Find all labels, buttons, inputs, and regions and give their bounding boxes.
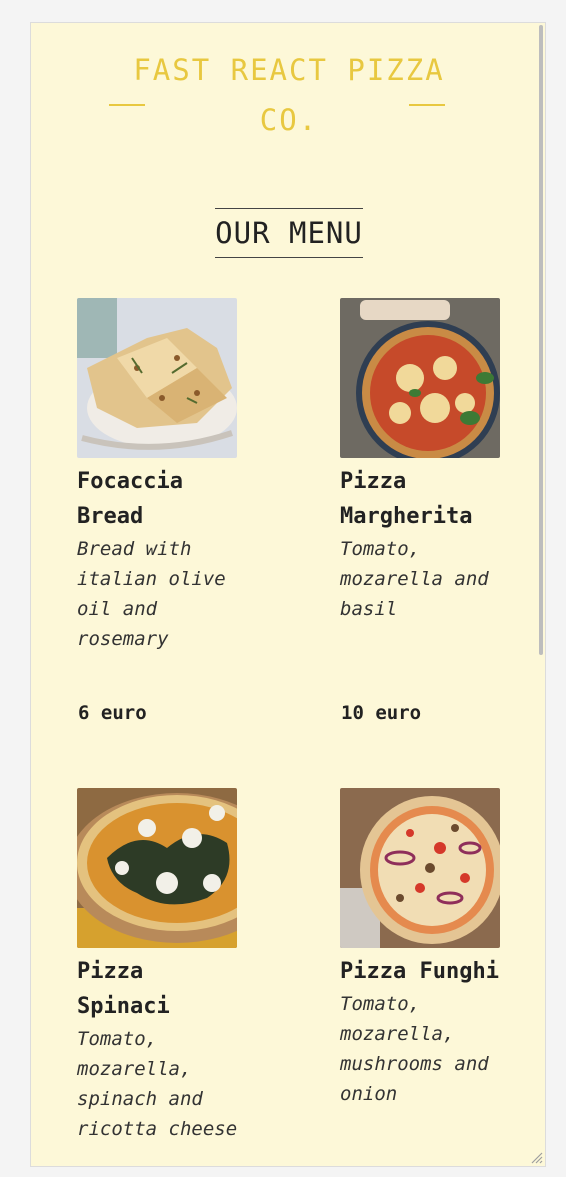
- menu-section-header: OUR MENU: [31, 208, 545, 258]
- menu-item[interactable]: Pizza Margherita Tomato, mozarella and b…: [340, 298, 540, 724]
- menu-item[interactable]: Focaccia Bread Bread with italian olive …: [77, 298, 277, 724]
- scrollbar[interactable]: [537, 23, 545, 1166]
- item-name: Focaccia Bread: [77, 469, 183, 529]
- brand-underline-right: [409, 104, 445, 106]
- item-ingredients: Tomato, mozarella and basil: [340, 538, 489, 620]
- scrollbar-thumb[interactable]: [539, 25, 543, 655]
- item-price: 10 euro: [341, 702, 422, 724]
- resize-grip-icon[interactable]: [529, 1150, 543, 1164]
- funghi-photo: [340, 788, 500, 948]
- item-name: Pizza Funghi: [340, 959, 499, 984]
- brand-title: FAST REACT PIZZA CO.: [109, 45, 469, 145]
- spinaci-photo: [77, 788, 237, 948]
- item-price: 6 euro: [78, 702, 147, 724]
- brand-title-text: FAST REACT PIZZA CO.: [133, 53, 445, 137]
- menu-item[interactable]: Pizza Spinaci Tomato, mozarella, spinach…: [77, 788, 277, 1144]
- margherita-photo: [340, 298, 500, 458]
- item-ingredients: Bread with italian olive oil and rosemar…: [77, 538, 226, 650]
- menu-item[interactable]: Pizza Funghi Tomato, mozarella, mushroom…: [340, 788, 540, 1109]
- item-ingredients: Tomato, mozarella, spinach and ricotta c…: [77, 1028, 238, 1140]
- item-name: Pizza Spinaci: [77, 959, 170, 1019]
- focaccia-photo: [77, 298, 237, 458]
- menu-title: OUR MENU: [215, 208, 363, 258]
- item-ingredients: Tomato, mozarella, mushrooms and onion: [340, 993, 489, 1105]
- app-frame: FAST REACT PIZZA CO. OUR MENU Focaccia B…: [30, 22, 546, 1167]
- item-name: Pizza Margherita: [340, 469, 473, 529]
- brand-underline-left: [109, 104, 145, 106]
- header: FAST REACT PIZZA CO.: [31, 23, 545, 145]
